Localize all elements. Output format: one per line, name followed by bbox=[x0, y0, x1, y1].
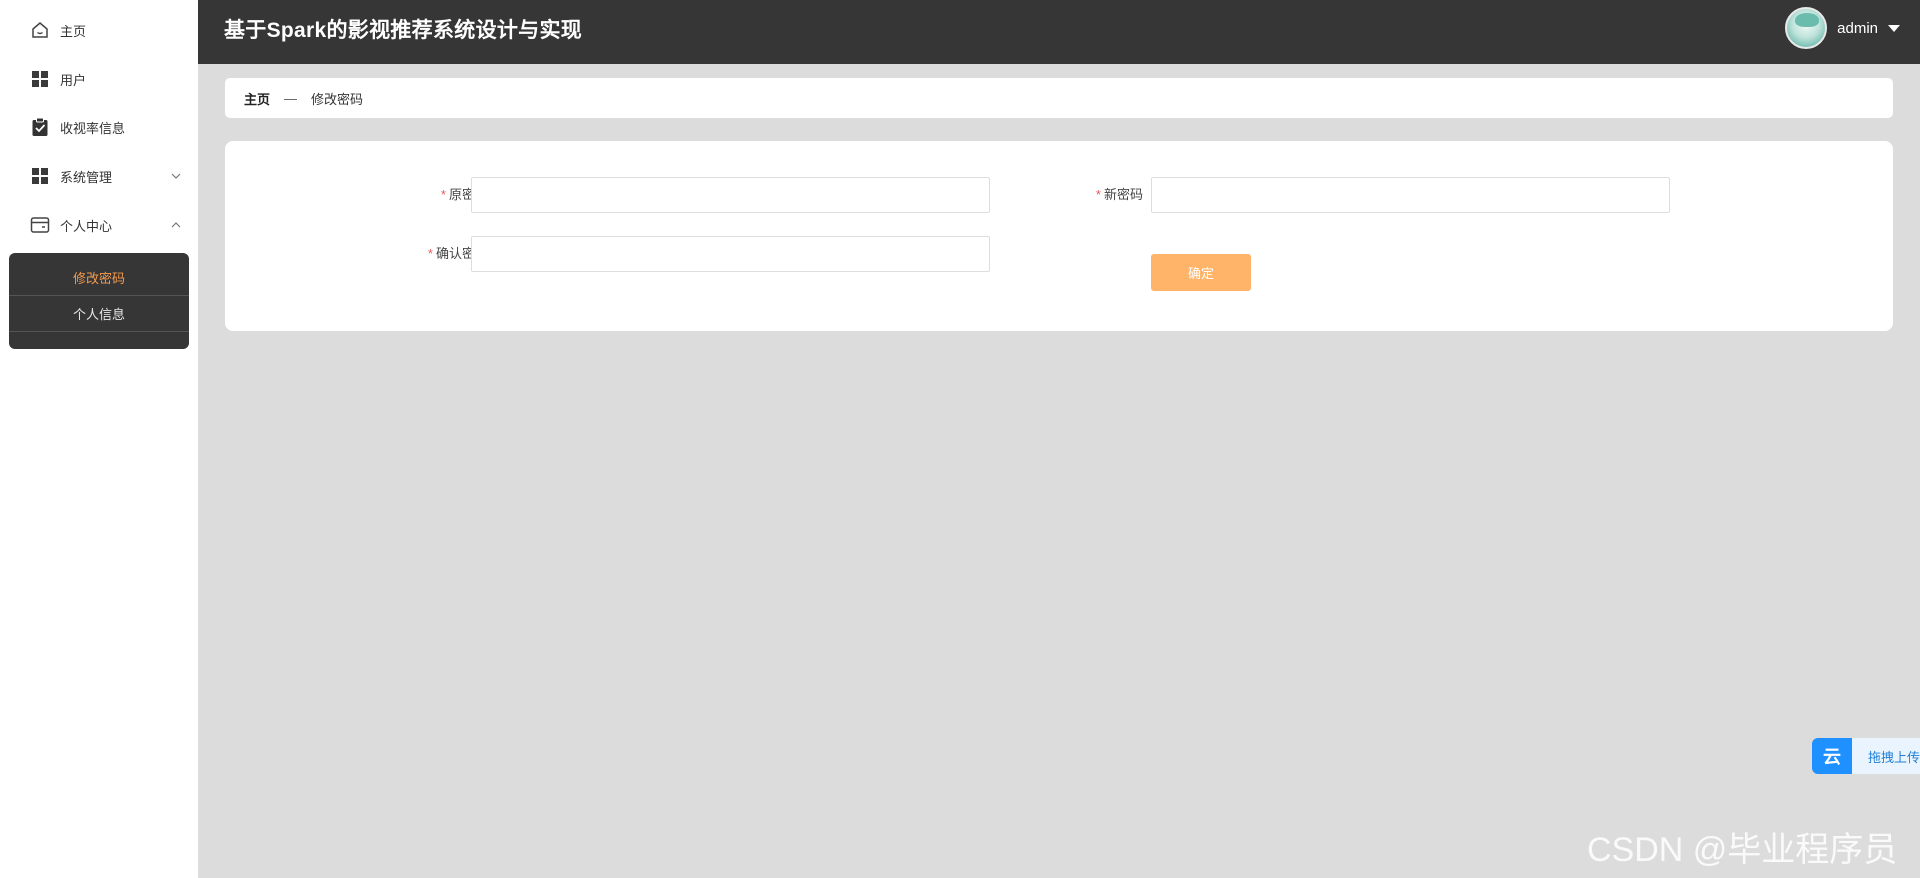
app-title: 基于Spark的影视推荐系统设计与实现 bbox=[224, 19, 583, 42]
breadcrumb-separator: — bbox=[284, 90, 298, 106]
new-password-label-text: 新密码 bbox=[1103, 187, 1143, 202]
sidebar-item-home[interactable]: 主页 bbox=[0, 6, 198, 54]
required-mark: * bbox=[440, 187, 446, 202]
wallet-icon bbox=[29, 214, 51, 236]
watermark: CSDN @毕业程序员 bbox=[1587, 831, 1898, 869]
required-mark: * bbox=[1095, 187, 1101, 202]
chevron-down-icon bbox=[170, 170, 182, 182]
submenu-item-profile[interactable]: 个人信息 bbox=[9, 296, 189, 332]
sidebar-item-personal[interactable]: 个人中心 bbox=[0, 201, 198, 249]
confirm-button[interactable]: 确定 bbox=[1151, 254, 1251, 291]
new-password-label: * 新密码 bbox=[1065, 177, 1143, 213]
drag-upload-widget[interactable]: 云 拖拽上传 bbox=[1812, 738, 1920, 774]
submenu-item-label: 个人信息 bbox=[72, 307, 125, 322]
username: admin bbox=[1837, 19, 1878, 37]
sidebar-item-label: 个人中心 bbox=[60, 218, 113, 234]
top-header: 基于Spark的影视推荐系统设计与实现 admin bbox=[198, 0, 1920, 64]
new-password-input[interactable] bbox=[1151, 177, 1670, 213]
submenu-item-label: 修改密码 bbox=[72, 271, 125, 286]
old-password-input[interactable] bbox=[471, 177, 990, 213]
chevron-up-icon bbox=[170, 219, 182, 231]
sidebar: 主页 用户 收视率信息 系统管理 个人中心 修改密码 个人信息 bbox=[0, 0, 198, 878]
sidebar-item-system[interactable]: 系统管理 bbox=[0, 152, 198, 200]
personal-submenu: 修改密码 个人信息 bbox=[9, 253, 189, 349]
avatar[interactable] bbox=[1785, 7, 1828, 49]
sidebar-item-label: 收视率信息 bbox=[60, 120, 126, 136]
sidebar-item-label: 系统管理 bbox=[60, 169, 113, 185]
breadcrumb: 主页 — 修改密码 bbox=[225, 78, 1893, 118]
home-icon bbox=[29, 19, 51, 41]
sidebar-item-users[interactable]: 用户 bbox=[0, 55, 198, 103]
change-password-form: * 原密码 * 新密码 * 确认密码 确定 bbox=[225, 141, 1893, 331]
drag-upload-label: 拖拽上传 bbox=[1852, 738, 1920, 774]
required-mark: * bbox=[427, 246, 433, 261]
breadcrumb-current: 修改密码 bbox=[311, 91, 364, 107]
breadcrumb-home[interactable]: 主页 bbox=[244, 89, 270, 108]
grid-icon bbox=[29, 68, 51, 90]
sidebar-item-label: 用户 bbox=[60, 72, 87, 88]
clipboard-check-icon bbox=[29, 116, 51, 138]
grid-icon bbox=[29, 165, 51, 187]
cloud-icon: 云 bbox=[1812, 738, 1852, 774]
submenu-item-change-password[interactable]: 修改密码 bbox=[9, 260, 189, 296]
user-menu[interactable]: admin bbox=[1785, 6, 1900, 50]
confirm-password-input[interactable] bbox=[471, 236, 990, 272]
sidebar-item-ratings[interactable]: 收视率信息 bbox=[0, 103, 198, 151]
caret-down-icon bbox=[1888, 24, 1900, 32]
sidebar-item-label: 主页 bbox=[60, 23, 87, 39]
